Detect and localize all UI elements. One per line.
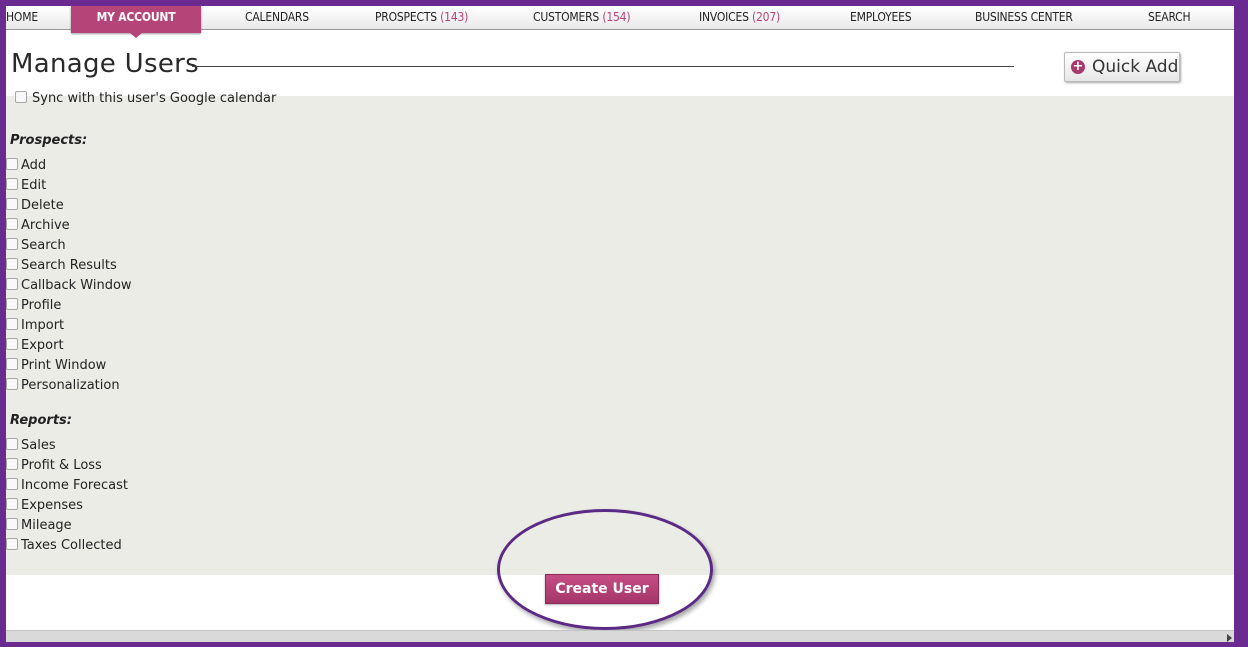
sync-google-calendar-label: Sync with this user's Google calendar bbox=[32, 91, 277, 106]
prospects-permission-label: Print Window bbox=[21, 358, 107, 373]
prospects-permission-checkbox[interactable] bbox=[6, 358, 18, 370]
prospects-permission-label: Personalization bbox=[21, 378, 120, 393]
horizontal-scrollbar[interactable] bbox=[6, 630, 1234, 642]
create-user-button[interactable]: Create User bbox=[545, 574, 659, 604]
prospects-permission-label: Search Results bbox=[21, 258, 117, 273]
nav-prospects-count: (143) bbox=[440, 10, 469, 24]
permissions-form: Sync with this user's Google calendar Pr… bbox=[6, 91, 1234, 575]
prospects-permission-checkbox[interactable] bbox=[6, 158, 18, 170]
prospects-permission-checkbox[interactable] bbox=[6, 178, 18, 190]
prospects-permission-label: Delete bbox=[21, 198, 64, 213]
top-nav: HOME MY ACCOUNT CALENDARS PROSPECTS (143… bbox=[6, 6, 1234, 38]
page-title: Manage Users bbox=[11, 49, 199, 79]
nav-customers[interactable]: CUSTOMERS (154) bbox=[533, 6, 631, 29]
reports-permission-label: Sales bbox=[21, 438, 56, 453]
nav-customers-count: (154) bbox=[602, 10, 631, 24]
reports-permission-checkbox[interactable] bbox=[6, 518, 18, 530]
reports-permission-checkbox[interactable] bbox=[6, 458, 18, 470]
nav-employees[interactable]: EMPLOYEES bbox=[850, 6, 912, 29]
prospects-section-title: Prospects: bbox=[10, 133, 88, 148]
reports-permission-checkbox[interactable] bbox=[6, 538, 18, 550]
nav-invoices[interactable]: INVOICES (207) bbox=[699, 6, 780, 29]
sync-google-calendar-checkbox[interactable] bbox=[15, 91, 27, 103]
reports-permission-checkbox[interactable] bbox=[6, 478, 18, 490]
prospects-permission-checkbox[interactable] bbox=[6, 218, 18, 230]
prospects-permission-label: Archive bbox=[21, 218, 70, 233]
prospects-permission-label: Edit bbox=[21, 178, 47, 193]
nav-prospects-label: PROSPECTS bbox=[375, 10, 437, 24]
scroll-right-arrow-icon[interactable] bbox=[1227, 634, 1232, 642]
title-divider bbox=[192, 66, 1014, 67]
reports-permission-label: Profit & Loss bbox=[21, 458, 102, 473]
prospects-permission-checkbox[interactable] bbox=[6, 278, 18, 290]
nav-business-center-label: BUSINESS CENTER bbox=[975, 10, 1073, 24]
nav-invoices-count: (207) bbox=[751, 10, 780, 24]
nav-home[interactable]: HOME bbox=[6, 6, 38, 29]
prospects-permission-label: Callback Window bbox=[21, 278, 132, 293]
quick-add-label: Quick Add bbox=[1092, 57, 1179, 77]
nav-my-account-label: MY ACCOUNT bbox=[96, 10, 176, 24]
prospects-permission-checkbox[interactable] bbox=[6, 238, 18, 250]
prospects-permission-checkbox[interactable] bbox=[6, 298, 18, 310]
nav-customers-label: CUSTOMERS bbox=[533, 10, 600, 24]
reports-permission-label: Taxes Collected bbox=[21, 538, 122, 553]
reports-section-title: Reports: bbox=[10, 413, 72, 428]
prospects-permission-label: Import bbox=[21, 318, 65, 333]
reports-permission-checkbox[interactable] bbox=[6, 498, 18, 510]
prospects-permission-checkbox[interactable] bbox=[6, 258, 18, 270]
prospects-permission-checkbox[interactable] bbox=[6, 318, 18, 330]
nav-search[interactable]: SEARCH bbox=[1148, 6, 1191, 29]
prospects-permission-label: Add bbox=[21, 158, 47, 173]
nav-employees-label: EMPLOYEES bbox=[850, 10, 912, 24]
plus-circle-icon: + bbox=[1071, 59, 1085, 74]
prospects-permission-label: Search bbox=[21, 238, 66, 253]
quick-add-button[interactable]: + Quick Add bbox=[1064, 52, 1180, 82]
reports-permission-label: Mileage bbox=[21, 518, 72, 533]
nav-calendars[interactable]: CALENDARS bbox=[245, 6, 309, 29]
nav-search-label: SEARCH bbox=[1148, 10, 1191, 24]
reports-permission-label: Expenses bbox=[21, 498, 83, 513]
prospects-permission-label: Export bbox=[21, 338, 64, 353]
nav-calendars-label: CALENDARS bbox=[245, 10, 309, 24]
nav-my-account[interactable]: MY ACCOUNT bbox=[71, 6, 201, 38]
nav-home-label: HOME bbox=[6, 10, 38, 24]
reports-permission-checkbox[interactable] bbox=[6, 438, 18, 450]
app-window: HOME MY ACCOUNT CALENDARS PROSPECTS (143… bbox=[6, 6, 1234, 642]
prospects-permission-label: Profile bbox=[21, 298, 62, 313]
prospects-permission-checkbox[interactable] bbox=[6, 338, 18, 350]
prospects-permission-checkbox[interactable] bbox=[6, 378, 18, 390]
nav-invoices-label: INVOICES bbox=[699, 10, 749, 24]
nav-prospects[interactable]: PROSPECTS (143) bbox=[375, 6, 468, 29]
nav-business-center[interactable]: BUSINESS CENTER bbox=[975, 6, 1073, 29]
reports-permission-label: Income Forecast bbox=[21, 478, 128, 493]
prospects-permission-checkbox[interactable] bbox=[6, 198, 18, 210]
